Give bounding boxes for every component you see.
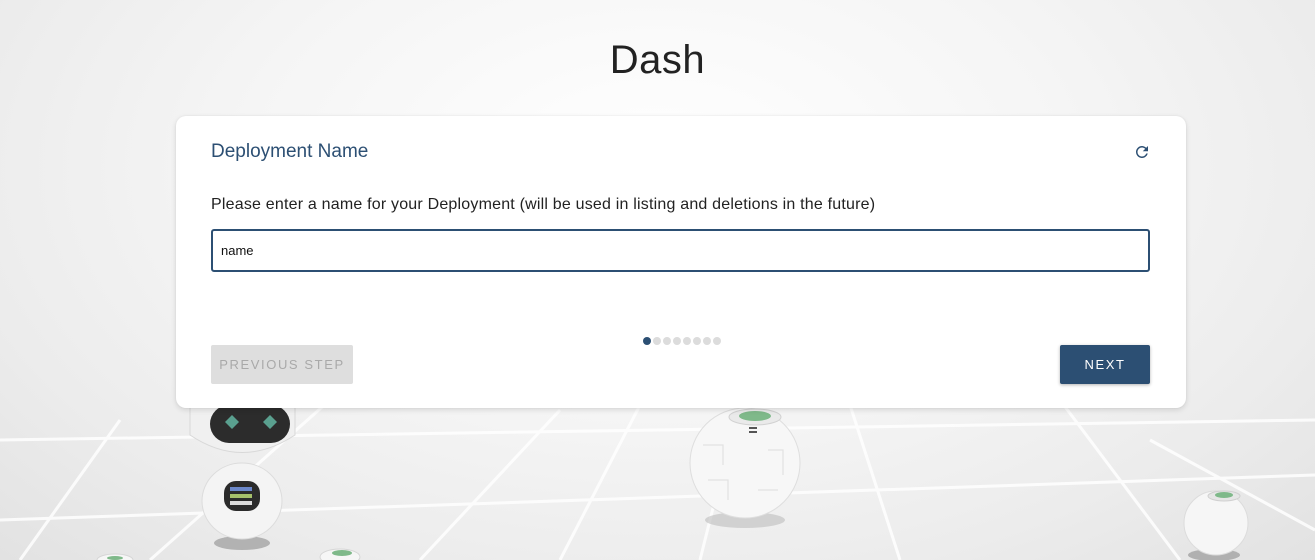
next-button[interactable]: NEXT: [1060, 345, 1150, 384]
step-dot-3: [663, 337, 671, 345]
card-title: Deployment Name: [211, 141, 369, 162]
step-dot-6: [693, 337, 701, 345]
step-dot-7: [703, 337, 711, 345]
step-dot-2: [653, 337, 661, 345]
robot-tiny-illustration: [96, 553, 134, 560]
step-dot-8: [713, 337, 721, 345]
step-progress-dots: [643, 337, 721, 345]
instruction-text: Please enter a name for your Deployment …: [211, 196, 876, 213]
step-dot-5: [683, 337, 691, 345]
robot-small-illustration: [319, 548, 361, 560]
refresh-button[interactable]: [1130, 140, 1154, 164]
robot-center-illustration: [689, 407, 801, 528]
step-dot-4: [673, 337, 681, 345]
robot-left-illustration: [189, 395, 296, 550]
step-dot-1: [643, 337, 651, 345]
deployment-name-input[interactable]: [211, 229, 1150, 272]
robot-right-illustration: [1183, 490, 1249, 560]
previous-step-button[interactable]: PREVIOUS STEP: [211, 345, 353, 384]
refresh-icon: [1135, 145, 1148, 158]
page-title: Dash: [609, 38, 706, 82]
deployment-name-card: Deployment Name Please enter a name for …: [176, 116, 1186, 408]
